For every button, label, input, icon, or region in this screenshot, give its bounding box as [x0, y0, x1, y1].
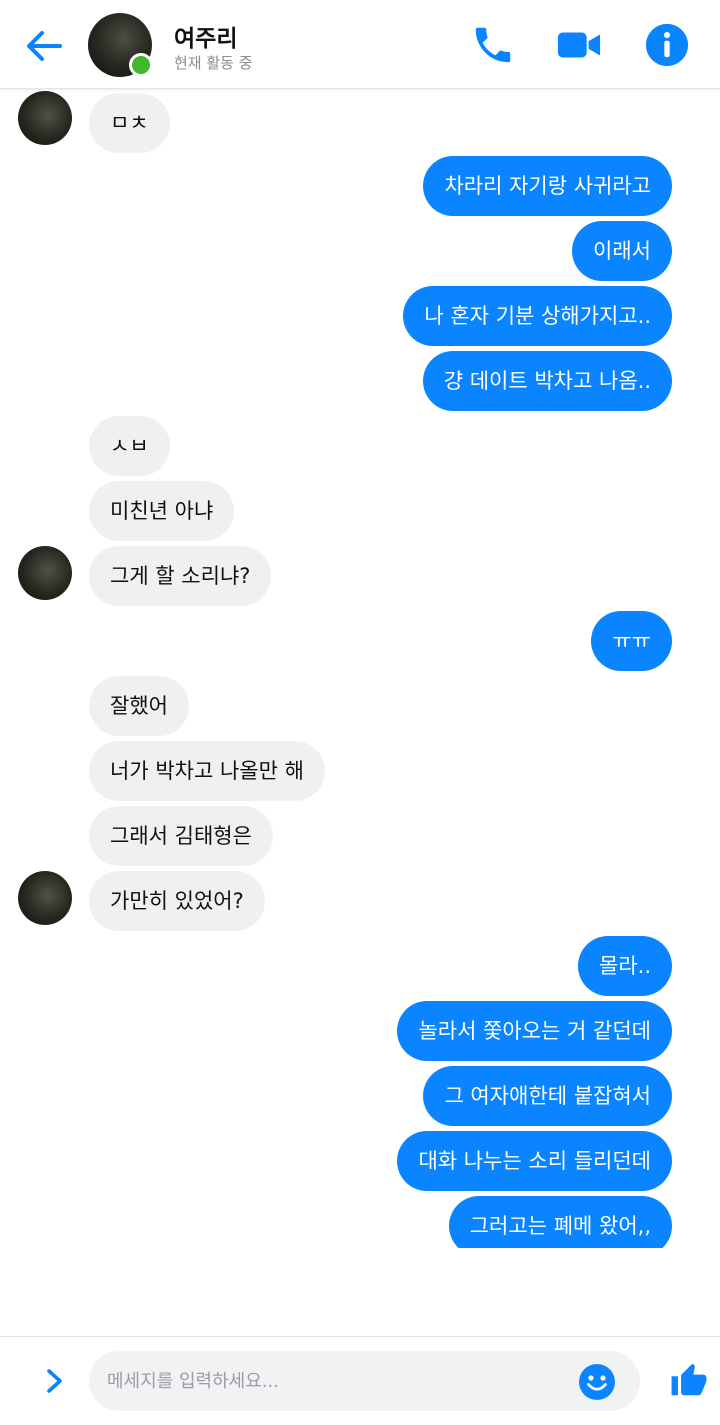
back-arrow-icon[interactable] [22, 24, 66, 68]
thumbs-up-icon[interactable] [670, 1361, 708, 1401]
contact-status: 현재 활동 중 [174, 54, 253, 72]
message-bubble-incoming[interactable]: 그래서 김태형은 [89, 806, 273, 866]
message-bubble-incoming[interactable]: ㅁㅊ [89, 93, 170, 153]
message-bubble-outgoing[interactable]: 그러고는 폐메 왔어,, [448, 1196, 672, 1248]
sender-avatar [18, 91, 72, 145]
message-bubble-outgoing[interactable]: 나 혼자 기분 상해가지고.. [403, 286, 672, 346]
smiley-icon[interactable] [578, 1363, 616, 1401]
message-bubble-outgoing[interactable]: 차라리 자기랑 사귀라고 [423, 156, 672, 216]
message-bubble-incoming[interactable]: ㅅㅂ [89, 416, 170, 476]
contact-name[interactable]: 여주리 [174, 19, 237, 53]
sender-avatar [18, 871, 72, 925]
video-camera-icon[interactable] [556, 22, 602, 68]
sender-avatar [18, 546, 72, 600]
message-bubble-incoming[interactable]: 그게 할 소리냐? [89, 546, 272, 606]
message-bubble-incoming[interactable]: 가만히 있었어? [89, 871, 265, 931]
message-bubble-incoming[interactable]: 잘했어 [89, 676, 189, 736]
online-status-dot [129, 53, 153, 77]
message-bubble-outgoing[interactable]: 걍 데이트 박차고 나옴.. [422, 351, 672, 411]
phone-icon[interactable] [470, 22, 516, 68]
message-bubble-outgoing[interactable]: 대화 나누는 소리 들리던데 [397, 1131, 672, 1191]
message-bubble-outgoing[interactable]: 몰라.. [578, 936, 672, 996]
conversation-header: 여주리 현재 활동 중 [0, 0, 720, 89]
message-bubble-incoming[interactable]: 너가 박차고 나올만 해 [89, 741, 325, 801]
message-list[interactable]: ㅁㅊ 차라리 자기랑 사귀라고 이래서 나 혼자 기분 상해가지고.. 걍 데이… [0, 88, 720, 1248]
message-bubble-outgoing[interactable]: 그 여자애한테 붙잡혀서 [423, 1066, 672, 1126]
info-icon[interactable] [644, 22, 690, 68]
message-bubble-outgoing[interactable]: ㅠㅠ [591, 611, 672, 671]
chevron-right-icon[interactable] [36, 1363, 72, 1399]
message-input[interactable] [89, 1351, 640, 1411]
message-bubble-outgoing[interactable]: 이래서 [572, 221, 672, 281]
message-composer [0, 1336, 720, 1425]
message-bubble-outgoing[interactable]: 놀라서 쫓아오는 거 같던데 [397, 1001, 672, 1061]
message-bubble-incoming[interactable]: 미친년 아냐 [89, 481, 235, 541]
